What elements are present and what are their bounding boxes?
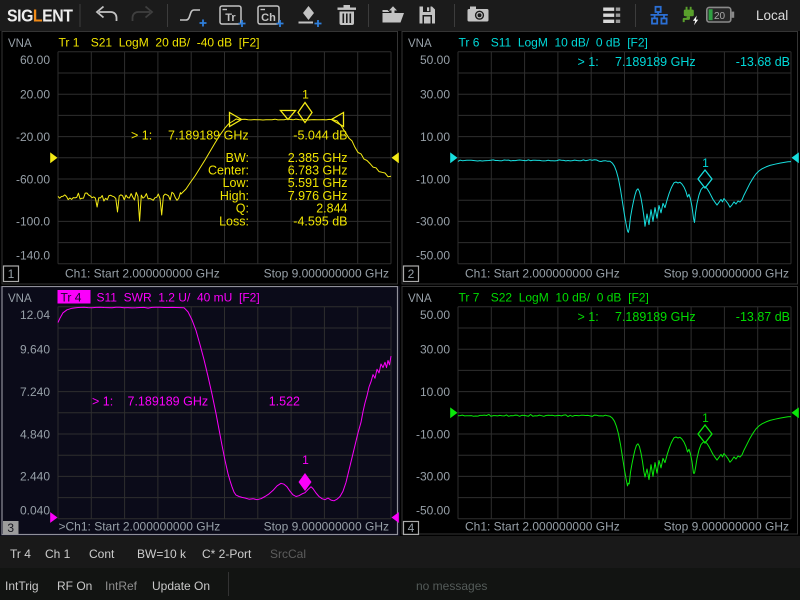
svg-text:Ch1: Start 2.000000000 GHz: Ch1: Start 2.000000000 GHz [465, 267, 620, 281]
svg-text:12.04: 12.04 [20, 308, 50, 322]
svg-text:-10.00: -10.00 [416, 427, 450, 441]
svg-text:-20.00: -20.00 [16, 130, 50, 144]
svg-text:20: 20 [714, 11, 726, 22]
svg-text:-13.87 dB: -13.87 dB [736, 310, 790, 324]
svg-text:S21 LogM 20 dB/ -40 dB [F2: S21 LogM 20 dB/ -40 dB [F2] [91, 36, 260, 50]
svg-text:-140.0: -140.0 [16, 248, 50, 262]
svg-text:-10.00: -10.00 [416, 172, 450, 186]
svg-text:Stop 9.000000000 GHz: Stop 9.000000000 GHz [664, 267, 789, 281]
svg-text:> 1:: > 1: [578, 310, 599, 324]
svg-text:-60.00: -60.00 [16, 172, 50, 186]
svg-text:S22 LogM 10 dB/ 0 dB [F2]: S22 LogM 10 dB/ 0 dB [F2] [491, 291, 649, 305]
svg-text:7.189189 GHz: 7.189189 GHz [615, 310, 696, 324]
svg-text:VNA: VNA [8, 293, 32, 305]
svg-text:-50.00: -50.00 [416, 503, 450, 517]
svg-text:Stop 9.000000000 GHz: Stop 9.000000000 GHz [664, 520, 789, 534]
svg-text:-4.595 dB: -4.595 dB [293, 214, 347, 228]
svg-text:Tr 1: Tr 1 [59, 36, 80, 50]
svg-text:1: 1 [702, 156, 709, 170]
svg-text:> 1:: > 1: [578, 55, 599, 69]
svg-text:Stop 9.000000000 GHz: Stop 9.000000000 GHz [264, 267, 389, 281]
svg-text:4.840: 4.840 [20, 427, 50, 441]
svg-text:SIGLENT: SIGLENT [7, 6, 74, 26]
svg-text:-5.044 dB: -5.044 dB [293, 129, 347, 143]
svg-text:7.240: 7.240 [20, 385, 50, 399]
svg-text:> 1:: > 1: [131, 129, 152, 143]
svg-text:7.189189 GHz: 7.189189 GHz [128, 395, 209, 409]
svg-text:S11 LogM 10 dB/ 0 dB [F2]: S11 LogM 10 dB/ 0 dB [F2] [491, 36, 648, 50]
svg-text:>Ch1: Start 2.000000000 GHz: >Ch1: Start 2.000000000 GHz [59, 520, 221, 534]
svg-text:> 1:: > 1: [92, 395, 113, 409]
svg-text:4: 4 [408, 521, 415, 535]
svg-text:VNA: VNA [408, 293, 432, 305]
svg-text:Tr 6: Tr 6 [459, 36, 480, 50]
svg-text:60.00: 60.00 [20, 53, 50, 67]
svg-text:10.00: 10.00 [420, 385, 450, 399]
svg-text:3: 3 [7, 521, 14, 535]
svg-text:Tr: Tr [225, 12, 236, 24]
svg-text:S11 SWR 1.2 U/ 40 mU [F2]: S11 SWR 1.2 U/ 40 mU [F2] [97, 291, 260, 305]
svg-text:20.00: 20.00 [20, 88, 50, 102]
svg-text:1: 1 [702, 411, 709, 425]
svg-text:-30.00: -30.00 [416, 470, 450, 484]
svg-text:-100.0: -100.0 [16, 215, 50, 229]
svg-text:Local: Local [756, 8, 788, 23]
svg-text:Stop 9.000000000 GHz: Stop 9.000000000 GHz [264, 520, 389, 534]
svg-text:VNA: VNA [408, 38, 432, 50]
svg-text:50.00: 50.00 [420, 308, 450, 322]
svg-text:Tr 4: Tr 4 [61, 291, 82, 305]
svg-text:-13.68 dB: -13.68 dB [736, 55, 790, 69]
svg-text:7.189189 GHz: 7.189189 GHz [615, 55, 696, 69]
svg-text:2: 2 [408, 267, 415, 281]
svg-text:Tr 7: Tr 7 [459, 291, 480, 305]
svg-text:Loss:: Loss: [219, 214, 249, 228]
svg-text:-30.00: -30.00 [416, 215, 450, 229]
svg-text:10.00: 10.00 [420, 130, 450, 144]
svg-text:-50.00: -50.00 [416, 248, 450, 262]
svg-text:0.040: 0.040 [20, 503, 50, 517]
svg-text:Ch1: Start 2.000000000 GHz: Ch1: Start 2.000000000 GHz [465, 520, 620, 534]
svg-text:1: 1 [8, 267, 15, 281]
svg-text:7.189189 GHz: 7.189189 GHz [168, 129, 249, 143]
svg-text:VNA: VNA [8, 38, 32, 50]
svg-text:30.00: 30.00 [420, 88, 450, 102]
svg-text:50.00: 50.00 [420, 53, 450, 67]
svg-text:1.522: 1.522 [269, 395, 300, 409]
svg-text:Ch1: Start 2.000000000 GHz: Ch1: Start 2.000000000 GHz [65, 267, 220, 281]
svg-text:9.640: 9.640 [20, 343, 50, 357]
svg-text:1: 1 [302, 453, 309, 467]
svg-text:Ch: Ch [261, 12, 276, 24]
svg-text:1: 1 [302, 88, 309, 102]
svg-text:2.440: 2.440 [20, 470, 50, 484]
svg-text:30.00: 30.00 [420, 343, 450, 357]
